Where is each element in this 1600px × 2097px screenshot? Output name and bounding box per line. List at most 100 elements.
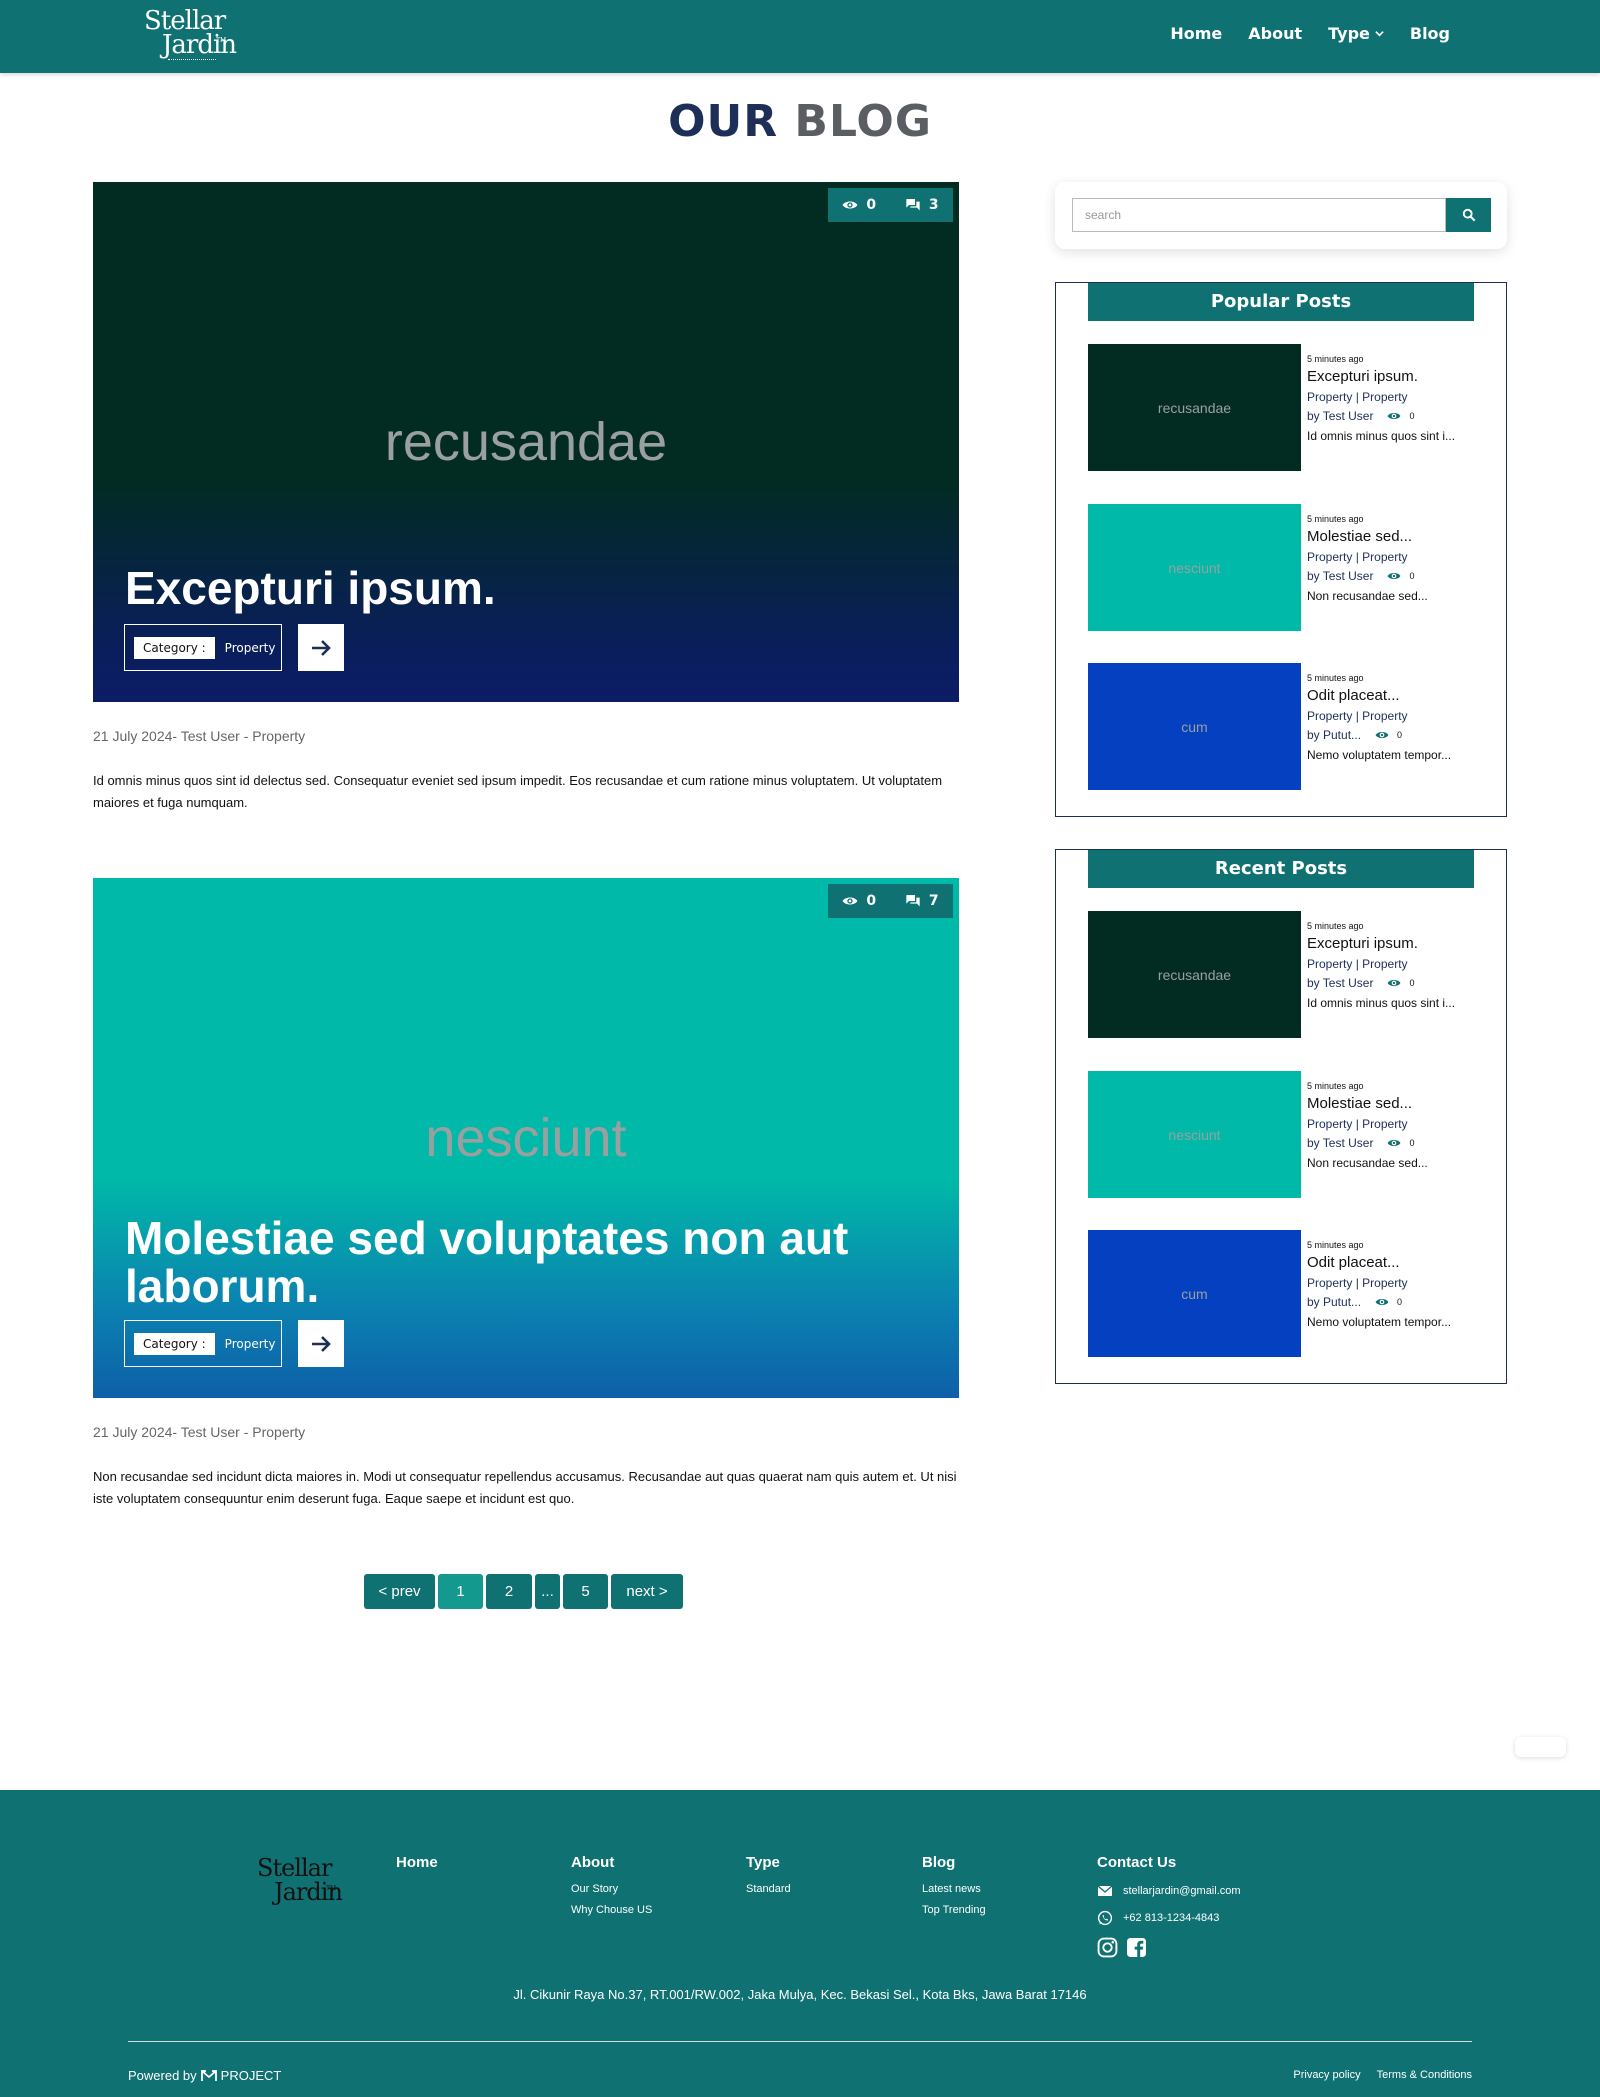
pagination-page-1[interactable]: 1 [438, 1574, 483, 1609]
category-link[interactable]: Property [1362, 709, 1407, 723]
recent-post-item[interactable]: nesciunt 5 minutes ago Molestiae sed... … [1088, 1071, 1488, 1199]
post-title[interactable]: Molestiae sed... [1307, 1095, 1487, 1112]
category-link[interactable]: Property [1362, 550, 1407, 564]
footer-link-top-trending[interactable]: Top Trending [922, 1904, 986, 1916]
category-link[interactable]: Property [1307, 390, 1352, 404]
post-title[interactable]: Odit placeat... [1307, 687, 1487, 704]
category-link[interactable]: Property [1307, 550, 1352, 564]
facebook-icon[interactable] [1126, 1937, 1147, 1958]
category-label: Category : [134, 1332, 215, 1355]
nav-type-dropdown[interactable]: Type [1328, 24, 1384, 43]
popular-post-item[interactable]: recusandae 5 minutes ago Excepturi ipsum… [1088, 344, 1488, 472]
pagination: < prev 1 2 ... 5 next > [364, 1574, 683, 1609]
pagination-page-2[interactable]: 2 [486, 1574, 532, 1609]
mail-icon [1097, 1885, 1113, 1896]
popular-post-item[interactable]: nesciunt 5 minutes ago Molestiae sed... … [1088, 504, 1488, 632]
post-meta: 21 July 2024- Test User - Property [93, 728, 306, 744]
views-count: 0 [1409, 411, 1415, 421]
views-count: 0 [866, 197, 877, 213]
search-icon [1462, 208, 1475, 222]
post-excerpt: Non recusandae sed incidunt dicta maiore… [93, 1469, 957, 1506]
footer-blog-heading[interactable]: Blog [922, 1854, 986, 1871]
post-thumbnail: nesciunt [1088, 504, 1301, 631]
category-link[interactable]: Property [1362, 390, 1407, 404]
category-link[interactable]: Property [1362, 1276, 1407, 1290]
views-stat: 0 [1387, 569, 1414, 583]
powered-by-brand[interactable]: PROJECT [221, 2068, 282, 2083]
blog-post-card: recusandae 0 3 Excepturi ipsum. Category… [93, 182, 959, 814]
post-meta: 21 July 2024- Test User - Property [93, 1424, 306, 1440]
comments-stat: 7 [905, 893, 939, 909]
post-author: by Test User [1307, 409, 1374, 423]
post-category[interactable]: Category : Property [124, 624, 282, 671]
arrow-right-icon [312, 1335, 331, 1352]
post-cover[interactable]: nesciunt 0 7 Molestiae sed voluptates no… [93, 878, 959, 1398]
navbar: Stellar Jardin TM Home About Type Blog [0, 0, 1600, 73]
logo-trademark: TM [326, 1885, 337, 1892]
footer-link-why-chouse-us[interactable]: Why Chouse US [571, 1904, 652, 1916]
pagination-prev[interactable]: < prev [364, 1574, 435, 1609]
category-link[interactable]: Property [1362, 957, 1407, 971]
footer-logo[interactable]: Stellar Jardin TM [254, 1854, 343, 1914]
post-thumbnail: recusandae [1088, 344, 1301, 471]
recent-post-item[interactable]: cum 5 minutes ago Odit placeat... Proper… [1088, 1230, 1488, 1358]
read-more-button[interactable] [298, 624, 344, 671]
contact-email[interactable]: stellarjardin@gmail.com [1097, 1883, 1241, 1899]
eye-icon [1388, 412, 1401, 420]
post-title[interactable]: Excepturi ipsum. [125, 564, 925, 612]
post-categories: Property | Property [1307, 709, 1487, 723]
category-link[interactable]: Property [1307, 1276, 1352, 1290]
views-stat: 0 [842, 197, 876, 213]
footer-type-heading[interactable]: Type [746, 1854, 791, 1871]
post-excerpt: Nemo voluptatem tempor... [1307, 1315, 1452, 1329]
privacy-policy-link[interactable]: Privacy policy [1293, 2069, 1360, 2081]
footer-home-link[interactable]: Home [396, 1854, 438, 1871]
nav-home[interactable]: Home [1170, 24, 1222, 43]
category-link[interactable]: Property [1307, 709, 1352, 723]
terms-link[interactable]: Terms & Conditions [1377, 2069, 1472, 2081]
footer-link-our-story[interactable]: Our Story [571, 1883, 652, 1895]
post-category[interactable]: Category : Property [124, 1320, 282, 1367]
category-separator: | [1355, 1117, 1359, 1131]
footer-link-latest-news[interactable]: Latest news [922, 1883, 986, 1895]
site-footer: Stellar Jardin TM Home About Our Story W… [0, 1790, 1600, 2097]
popular-post-item[interactable]: cum 5 minutes ago Odit placeat... Proper… [1088, 663, 1488, 791]
comments-count: 3 [928, 197, 939, 213]
views-count: 0 [1397, 1297, 1403, 1307]
instagram-icon[interactable] [1097, 1937, 1118, 1958]
category-link[interactable]: Property [1362, 1117, 1407, 1131]
post-title[interactable]: Odit placeat... [1307, 1254, 1487, 1271]
post-title[interactable]: Excepturi ipsum. [1307, 368, 1487, 385]
page-title-part1: OUR [668, 96, 779, 147]
pagination-next[interactable]: next > [611, 1574, 683, 1609]
footer-link-standard[interactable]: Standard [746, 1883, 791, 1895]
nav-about[interactable]: About [1248, 24, 1302, 43]
site-logo[interactable]: Stellar Jardin TM [140, 6, 237, 66]
powered-by: Powered by PROJECT [128, 2068, 281, 2083]
floating-chat-button[interactable] [1515, 1737, 1566, 1757]
arrow-right-icon [312, 639, 331, 656]
nav-blog[interactable]: Blog [1410, 24, 1450, 43]
post-stats: 0 3 [828, 188, 953, 222]
footer-about-heading[interactable]: About [571, 1854, 652, 1871]
post-categories: Property | Property [1307, 957, 1487, 971]
recent-post-item[interactable]: recusandae 5 minutes ago Excepturi ipsum… [1088, 911, 1488, 1039]
read-more-button[interactable] [298, 1320, 344, 1367]
project-logo-icon [200, 2069, 217, 2081]
eye-icon [843, 897, 858, 905]
post-time: 5 minutes ago [1307, 1081, 1364, 1091]
eye-icon [1388, 1139, 1401, 1147]
logo-trademark: TM [216, 37, 227, 44]
post-info: 5 minutes ago Excepturi ipsum. Property … [1307, 354, 1487, 443]
category-link[interactable]: Property [1307, 1117, 1352, 1131]
category-link[interactable]: Property [1307, 957, 1352, 971]
pagination-page-5[interactable]: 5 [563, 1574, 608, 1609]
post-title[interactable]: Molestiae sed... [1307, 528, 1487, 545]
post-title[interactable]: Molestiae sed voluptates non aut laborum… [125, 1214, 925, 1310]
contact-phone[interactable]: +62 813-1234-4843 [1097, 1910, 1241, 1926]
post-title[interactable]: Excepturi ipsum. [1307, 935, 1487, 952]
recent-posts-widget: Recent Posts recusandae 5 minutes ago Ex… [1055, 849, 1507, 1384]
search-button[interactable] [1446, 198, 1491, 232]
search-input[interactable]: search [1072, 198, 1446, 232]
post-cover[interactable]: recusandae 0 3 Excepturi ipsum. Category… [93, 182, 959, 702]
